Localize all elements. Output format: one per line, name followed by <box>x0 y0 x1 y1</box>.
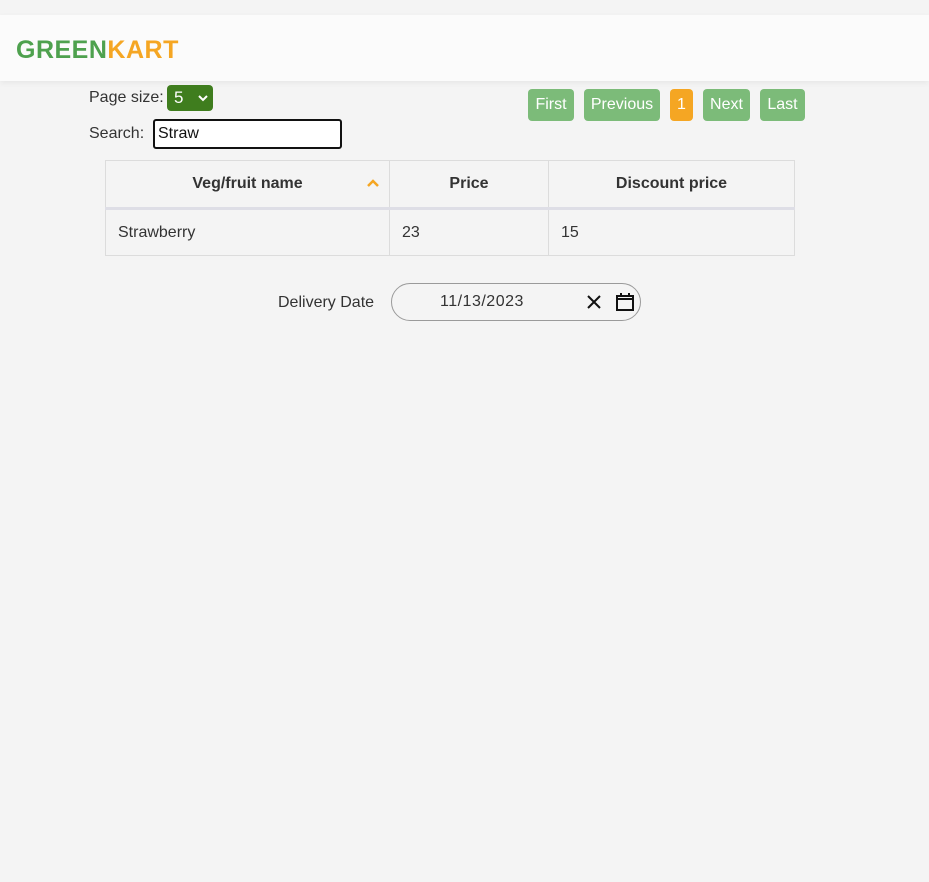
column-header-discount-label: Discount price <box>615 175 728 192</box>
cell-name: Strawberry <box>105 208 390 256</box>
cell-price: 23 <box>389 208 549 256</box>
search-input[interactable] <box>153 119 342 149</box>
column-header-name[interactable]: Veg/fruit name <box>105 160 390 210</box>
first-page-button[interactable]: First <box>528 89 574 121</box>
page-size-select[interactable]: 5 <box>167 85 213 111</box>
clear-icon[interactable] <box>586 294 602 310</box>
search-label: Search: <box>89 125 145 142</box>
delivery-date-label: Delivery Date <box>278 294 375 311</box>
next-page-button[interactable]: Next <box>703 89 750 121</box>
brand-green-text: GREEN <box>16 36 108 64</box>
app-header: GREENKART <box>0 15 929 81</box>
page-size-value: 5 <box>174 88 184 107</box>
brand-logo: GREENKART <box>16 36 179 64</box>
sort-up-icon <box>367 174 379 187</box>
page-size-label: Page size: <box>89 89 164 106</box>
products-table: Veg/fruit name Price Discount price Stra… <box>105 160 795 256</box>
cell-discount: 15 <box>548 208 795 256</box>
column-header-name-label: Veg/fruit name <box>192 175 303 192</box>
last-page-button[interactable]: Last <box>760 89 805 121</box>
delivery-date-value: 11/13/2023 <box>440 293 524 310</box>
column-header-price[interactable]: Price <box>389 160 549 210</box>
delivery-date-input[interactable]: 11/13/2023 <box>391 283 641 321</box>
calendar-icon[interactable] <box>615 292 635 312</box>
table-row: Strawberry 23 15 <box>105 208 795 256</box>
table-header-row: Veg/fruit name Price Discount price <box>105 160 795 210</box>
column-header-discount[interactable]: Discount price <box>548 160 795 210</box>
column-header-price-label: Price <box>449 175 489 192</box>
chevron-down-icon <box>198 85 208 111</box>
current-page-button[interactable]: 1 <box>670 89 693 121</box>
brand-kart-text: KART <box>107 36 179 64</box>
previous-page-button[interactable]: Previous <box>584 89 660 121</box>
